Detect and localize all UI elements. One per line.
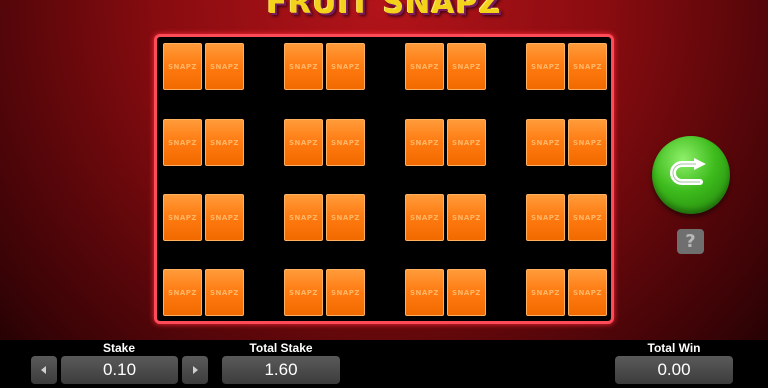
total-stake-label: Total Stake	[249, 341, 313, 355]
snapz-card[interactable]: SNAPZ	[163, 194, 202, 241]
snapz-card[interactable]: SNAPZ	[284, 43, 323, 90]
card-pair: SNAPZ SNAPZ	[526, 269, 607, 316]
card-pair: SNAPZ SNAPZ	[284, 43, 365, 90]
card-pair: SNAPZ SNAPZ	[284, 194, 365, 241]
card-pair: SNAPZ SNAPZ	[405, 194, 486, 241]
total-win-label: Total Win	[647, 341, 701, 355]
game-logo: FRUIT SNAPZ	[266, 0, 502, 21]
snapz-card[interactable]: SNAPZ	[163, 119, 202, 166]
snapz-card[interactable]: SNAPZ	[447, 119, 486, 166]
card-pair: SNAPZ SNAPZ	[526, 119, 607, 166]
arrow-right-icon	[193, 366, 198, 374]
snapz-card[interactable]: SNAPZ	[284, 269, 323, 316]
card-pair: SNAPZ SNAPZ	[405, 269, 486, 316]
snapz-card[interactable]: SNAPZ	[405, 269, 444, 316]
total-win-value: 0.00	[615, 356, 733, 384]
stake-label: Stake	[102, 341, 136, 355]
snapz-card[interactable]: SNAPZ	[568, 269, 607, 316]
snapz-card[interactable]: SNAPZ	[326, 194, 365, 241]
arrow-left-icon	[41, 366, 46, 374]
snapz-card[interactable]: SNAPZ	[405, 194, 444, 241]
total-stake-value: 1.60	[222, 356, 340, 384]
snapz-card[interactable]: SNAPZ	[284, 119, 323, 166]
u-turn-arrow-icon	[670, 158, 706, 185]
snapz-card[interactable]: SNAPZ	[526, 43, 565, 90]
card-pair: SNAPZ SNAPZ	[526, 194, 607, 241]
snapz-card[interactable]: SNAPZ	[568, 194, 607, 241]
stake-increase-button[interactable]	[182, 356, 208, 384]
card-pair: SNAPZ SNAPZ	[405, 119, 486, 166]
card-pair: SNAPZ SNAPZ	[163, 43, 244, 90]
spin-button[interactable]	[652, 136, 730, 214]
snapz-card[interactable]: SNAPZ	[163, 43, 202, 90]
snapz-card[interactable]: SNAPZ	[205, 269, 244, 316]
snapz-card[interactable]: SNAPZ	[405, 43, 444, 90]
snapz-card[interactable]: SNAPZ	[326, 269, 365, 316]
help-button[interactable]: ?	[677, 229, 704, 254]
snapz-card[interactable]: SNAPZ	[205, 119, 244, 166]
snapz-card[interactable]: SNAPZ	[326, 43, 365, 90]
snapz-card[interactable]: SNAPZ	[163, 269, 202, 316]
game-board: SNAPZ SNAPZ SNAPZ SNAPZ SNAPZ SNAPZ SNAPZ SNAPZ…	[154, 34, 614, 324]
snapz-card[interactable]: SNAPZ	[568, 119, 607, 166]
card-pair: SNAPZ SNAPZ	[163, 119, 244, 166]
card-pair: SNAPZ SNAPZ	[284, 119, 365, 166]
snapz-card[interactable]: SNAPZ	[447, 194, 486, 241]
card-pair: SNAPZ SNAPZ	[284, 269, 365, 316]
card-pair: SNAPZ SNAPZ	[526, 43, 607, 90]
snapz-card[interactable]: SNAPZ	[447, 269, 486, 316]
card-pair: SNAPZ SNAPZ	[405, 43, 486, 90]
snapz-card[interactable]: SNAPZ	[205, 43, 244, 90]
snapz-card[interactable]: SNAPZ	[568, 43, 607, 90]
snapz-card[interactable]: SNAPZ	[326, 119, 365, 166]
snapz-card[interactable]: SNAPZ	[284, 194, 323, 241]
snapz-card[interactable]: SNAPZ	[526, 119, 565, 166]
snapz-card[interactable]: SNAPZ	[526, 269, 565, 316]
stake-decrease-button[interactable]	[31, 356, 57, 384]
snapz-card[interactable]: SNAPZ	[405, 119, 444, 166]
snapz-card[interactable]: SNAPZ	[205, 194, 244, 241]
snapz-card[interactable]: SNAPZ	[447, 43, 486, 90]
card-pair: SNAPZ SNAPZ	[163, 269, 244, 316]
stake-value: 0.10	[61, 356, 178, 384]
snapz-card[interactable]: SNAPZ	[526, 194, 565, 241]
card-pair: SNAPZ SNAPZ	[163, 194, 244, 241]
